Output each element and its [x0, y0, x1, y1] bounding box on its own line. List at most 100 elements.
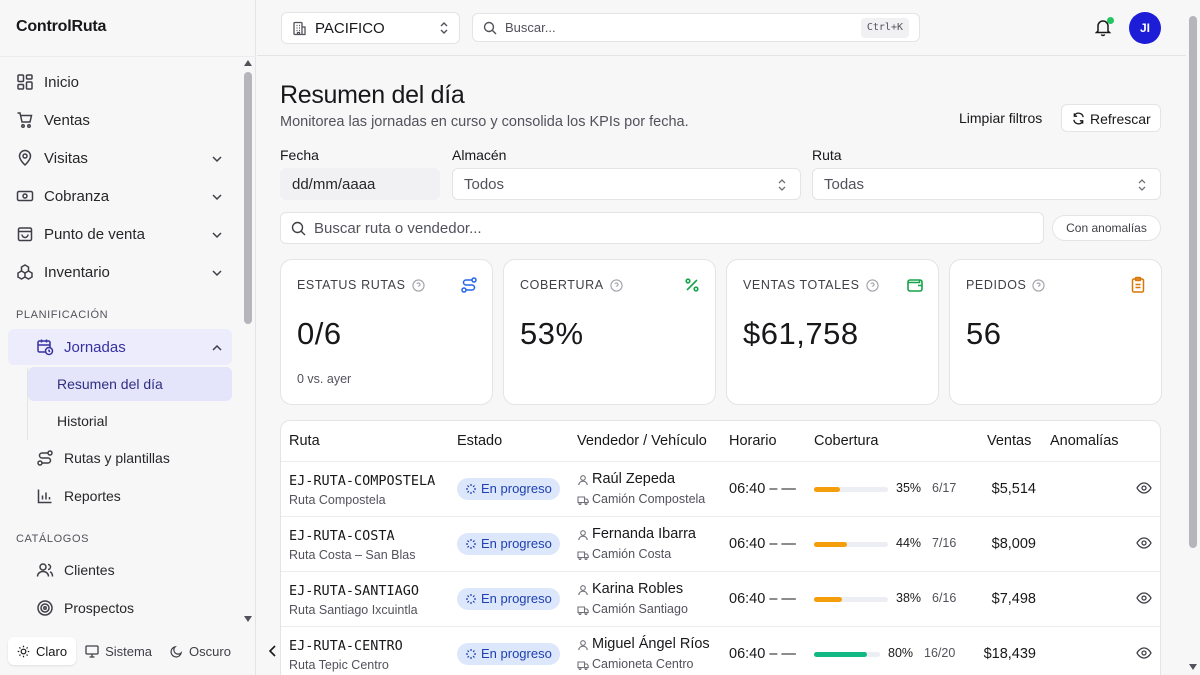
sidebar-item-reportes[interactable]: Reportes: [8, 478, 232, 514]
coverage-percent: 38%: [896, 591, 922, 605]
route-search-input[interactable]: Buscar ruta o vendedor...: [280, 212, 1044, 244]
help-circle-icon[interactable]: [1032, 278, 1046, 292]
theme-dark-button[interactable]: Oscuro: [161, 637, 240, 665]
route-search-placeholder: Buscar ruta o vendedor...: [314, 220, 482, 237]
loader-icon: [466, 594, 476, 604]
scroll-up-arrow-icon[interactable]: [243, 58, 253, 68]
sun-icon: [17, 645, 30, 657]
table-row[interactable]: EJ-RUTA-SANTIAGO Ruta Santiago Ixcuintla…: [281, 571, 1160, 626]
sidebar-item-punto-de-venta[interactable]: Punto de venta: [8, 216, 232, 252]
coverage-bar-fill: [814, 542, 847, 547]
scroll-down-arrow-icon[interactable]: [243, 614, 253, 624]
help-circle-icon[interactable]: [610, 278, 623, 292]
date-filter-value: dd/mm/aaaa: [292, 176, 376, 193]
vehicle-name: Camioneta Centro: [592, 657, 694, 671]
page-scrollbar[interactable]: [1186, 0, 1200, 675]
route-icon: [461, 277, 477, 293]
section-label-planificacion: PLANIFICACIÓN: [16, 309, 109, 321]
sidebar-item-jornadas[interactable]: Jornadas: [8, 329, 232, 365]
vehicle-name: Camión Costa: [592, 547, 672, 561]
sales-amount: $5,514: [991, 481, 1036, 497]
sidebar-item-ventas[interactable]: Ventas: [8, 102, 232, 138]
sidebar-item-prospectos[interactable]: Prospectos: [8, 590, 232, 624]
clear-filters-button[interactable]: Limpiar filtros: [959, 110, 1042, 126]
route-name: Ruta Santiago Ixcuintla: [289, 603, 418, 617]
status-badge: En progreso: [457, 478, 560, 500]
eye-icon[interactable]: [1136, 480, 1152, 496]
eye-icon[interactable]: [1136, 590, 1152, 606]
sidebar-item-inventario[interactable]: Inventario: [8, 254, 232, 290]
loader-icon: [466, 649, 476, 659]
sidebar-subitem-historial[interactable]: Historial: [28, 404, 232, 438]
column-header-estado[interactable]: Estado: [457, 433, 502, 449]
sidebar-nav: Inicio Ventas Visitas Cobranza Punto de …: [8, 64, 240, 624]
sidebar-item-label: Ventas: [44, 112, 90, 129]
sidebar-item-visitas[interactable]: Visitas: [8, 140, 232, 176]
status-badge: En progreso: [457, 643, 560, 665]
column-header-vendedor[interactable]: Vendedor / Vehículo: [577, 433, 707, 449]
section-label-catalogos: CATÁLOGOS: [16, 533, 90, 545]
coverage-bar: [814, 652, 880, 657]
warehouse-select-value: PACIFICO: [315, 20, 385, 37]
theme-light-button[interactable]: Claro: [8, 637, 77, 665]
coverage-fraction: 6/16: [932, 591, 957, 605]
route-code[interactable]: EJ-RUTA-SANTIAGO: [289, 583, 419, 599]
route-name: Ruta Compostela: [289, 493, 386, 507]
sidebar-scrollbar[interactable]: [243, 58, 253, 628]
sidebar-item-label: Inventario: [44, 264, 110, 281]
column-header-horario[interactable]: Horario: [729, 433, 777, 449]
search-icon: [291, 221, 306, 236]
route-code[interactable]: EJ-RUTA-COSTA: [289, 528, 395, 544]
refresh-label: Refrescar: [1090, 111, 1151, 127]
column-header-ventas[interactable]: Ventas: [987, 433, 1031, 449]
sidebar: ControlRuta Inicio Ventas Visitas Cobran…: [0, 0, 256, 675]
warehouse-select[interactable]: PACIFICO: [281, 12, 460, 44]
truck-icon: [577, 551, 589, 561]
eye-icon[interactable]: [1136, 645, 1152, 661]
loader-icon: [466, 484, 476, 494]
scroll-down-arrow-icon[interactable]: [1188, 662, 1198, 672]
calendar-clock-icon: [37, 339, 54, 356]
truck-icon: [577, 661, 589, 671]
eye-icon[interactable]: [1136, 535, 1152, 551]
table-row[interactable]: EJ-RUTA-COMPOSTELA Ruta Compostela En pr…: [281, 461, 1160, 516]
help-circle-icon[interactable]: [411, 278, 425, 292]
route-code[interactable]: EJ-RUTA-COMPOSTELA: [289, 473, 435, 489]
help-circle-icon[interactable]: [865, 278, 879, 292]
route-code[interactable]: EJ-RUTA-CENTRO: [289, 638, 403, 654]
page-title: Resumen del día: [280, 81, 465, 109]
theme-system-button[interactable]: Sistema: [76, 637, 161, 665]
chevron-down-icon: [212, 270, 222, 277]
app-logo[interactable]: ControlRuta: [16, 18, 106, 36]
table-row[interactable]: EJ-RUTA-CENTRO Ruta Tepic Centro En prog…: [281, 626, 1160, 675]
user-avatar[interactable]: JI: [1129, 12, 1161, 44]
column-header-anomalias[interactable]: Anomalías: [1050, 433, 1119, 449]
anomalies-filter-button[interactable]: Con anomalías: [1052, 215, 1161, 241]
schedule: 06:40 – —: [729, 646, 796, 662]
map-pin-icon: [18, 149, 32, 167]
date-filter-input[interactable]: dd/mm/aaaa: [280, 168, 440, 200]
seller-name: Raúl Zepeda: [592, 471, 676, 487]
truck-icon: [577, 496, 589, 506]
sidebar-item-rutas-y-plantillas[interactable]: Rutas y plantillas: [8, 440, 232, 476]
warehouse-filter-select[interactable]: Todos: [452, 168, 801, 200]
coverage-bar: [814, 542, 888, 547]
column-header-ruta[interactable]: Ruta: [289, 433, 320, 449]
percent-icon: [685, 278, 699, 292]
sidebar-item-inicio[interactable]: Inicio: [8, 64, 232, 100]
table-row[interactable]: EJ-RUTA-COSTA Ruta Costa – San Blas En p…: [281, 516, 1160, 571]
column-header-cobertura[interactable]: Cobertura: [814, 433, 878, 449]
building-icon: [293, 21, 306, 36]
sidebar-item-cobranza[interactable]: Cobranza: [8, 178, 232, 214]
sidebar-item-clientes[interactable]: Clientes: [8, 552, 232, 588]
vehicle-name: Camión Compostela: [592, 492, 706, 506]
kpi-label: COBERTURA: [520, 278, 623, 292]
route-filter-select[interactable]: Todas: [812, 168, 1161, 200]
page-scroll-thumb[interactable]: [1189, 16, 1197, 548]
user-icon: [578, 585, 588, 596]
main-content: Resumen del día Monitorea las jornadas e…: [257, 57, 1186, 675]
sidebar-subitem-resumen-del-dia[interactable]: Resumen del día: [28, 367, 232, 401]
refresh-button[interactable]: Refrescar: [1061, 104, 1161, 132]
sidebar-scroll-thumb[interactable]: [244, 72, 252, 324]
global-search-input[interactable]: Buscar... Ctrl+K: [472, 13, 920, 42]
